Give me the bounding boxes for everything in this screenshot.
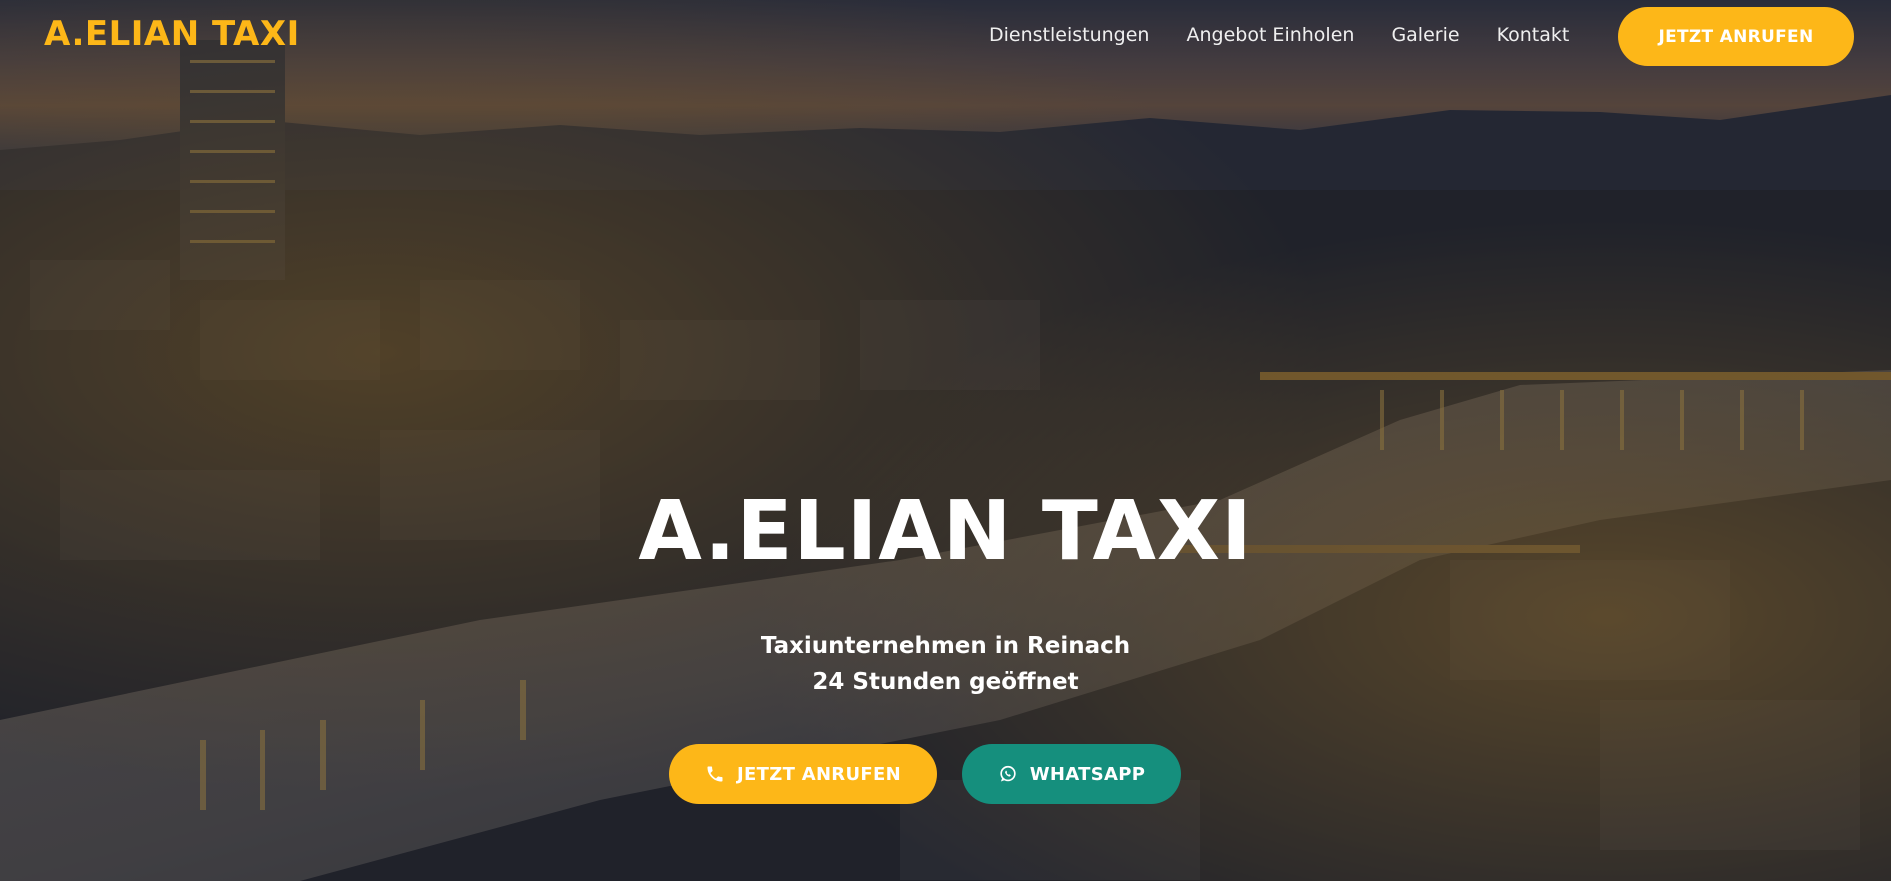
site-header: A.ELIAN TAXI Dienstleistungen Angebot Ei… <box>0 0 1891 74</box>
nav-link-angebot-einholen[interactable]: Angebot Einholen <box>1186 24 1354 46</box>
site-logo[interactable]: A.ELIAN TAXI <box>44 14 300 54</box>
hero-dark-overlay <box>0 0 1891 881</box>
phone-icon <box>705 764 725 784</box>
call-now-label: JETZT ANRUFEN <box>737 763 901 785</box>
nav-link-dienstleistungen[interactable]: Dienstleistungen <box>989 24 1149 46</box>
call-now-button[interactable]: JETZT ANRUFEN <box>669 744 937 804</box>
hero-title: A.ELIAN TAXI <box>638 484 1253 579</box>
whatsapp-icon <box>998 764 1018 784</box>
whatsapp-label: WHATSAPP <box>1029 763 1146 785</box>
hero-subtitle-line-2: 24 Stunden geöffnet <box>812 669 1079 695</box>
hero-section: A.ELIAN TAXI Dienstleistungen Angebot Ei… <box>0 0 1891 881</box>
whatsapp-button[interactable]: WHATSAPP <box>962 744 1181 804</box>
hero-subtitle: Taxiunternehmen in Reinach 24 Stunden ge… <box>0 628 1891 700</box>
nav-link-galerie[interactable]: Galerie <box>1391 24 1459 46</box>
main-nav: Dienstleistungen Angebot Einholen Galeri… <box>989 24 1606 46</box>
nav-link-kontakt[interactable]: Kontakt <box>1497 24 1570 46</box>
header-call-button[interactable]: JETZT ANRUFEN <box>1618 7 1854 66</box>
hero-subtitle-line-1: Taxiunternehmen in Reinach <box>760 633 1131 659</box>
